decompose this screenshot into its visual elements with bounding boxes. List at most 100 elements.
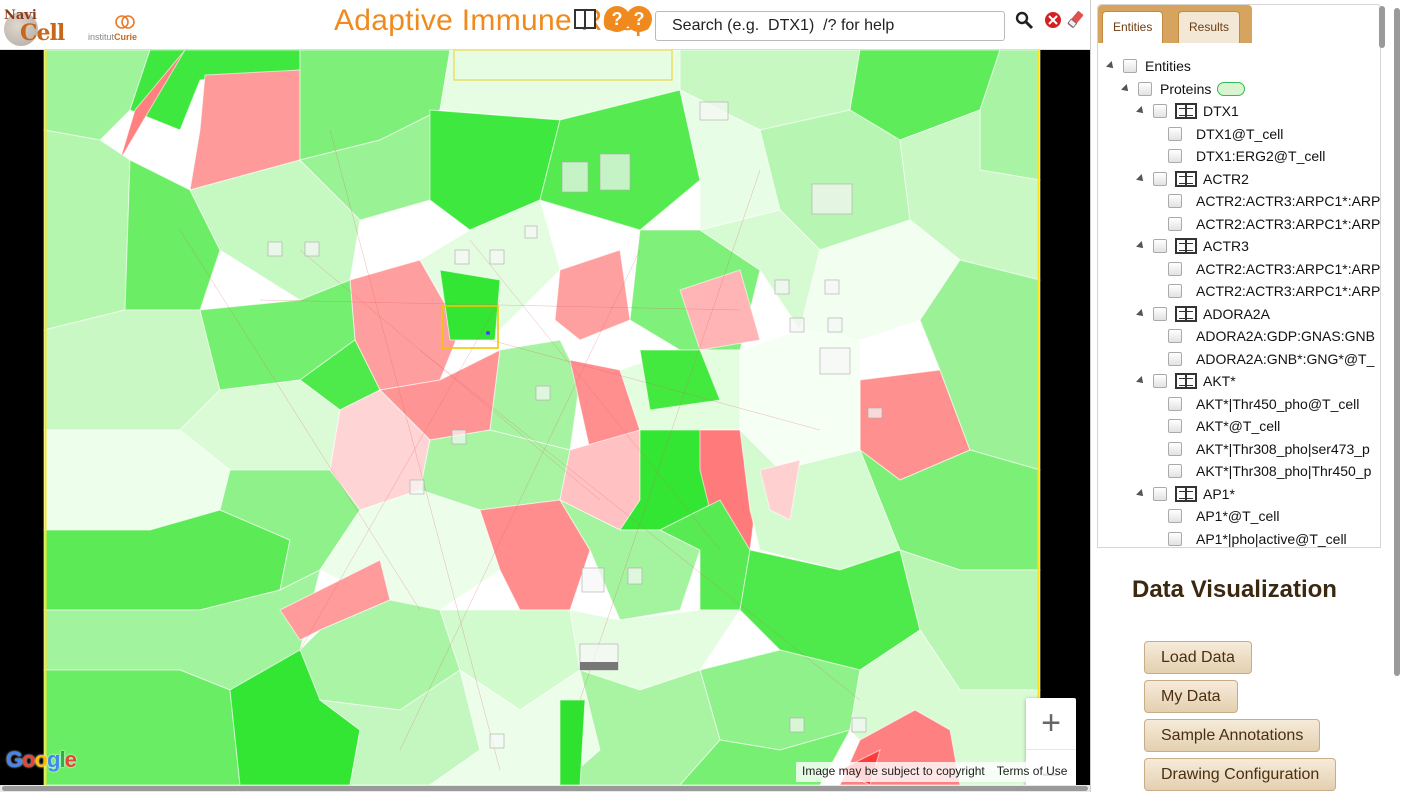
tree-checkbox[interactable] [1168, 531, 1182, 546]
tree-leaf[interactable]: AKT*|Thr308_pho|ser473_p [1168, 438, 1370, 460]
tree-leaf[interactable]: AKT*|Thr308_pho|Thr450_p [1168, 460, 1371, 482]
tree-checkbox[interactable] [1168, 351, 1182, 366]
tree-label: AKT* [1203, 373, 1236, 389]
tree-leaf[interactable]: DTX1@T_cell [1168, 123, 1283, 145]
tree-checkbox[interactable] [1168, 149, 1182, 163]
tree-checkbox[interactable] [1153, 374, 1167, 388]
tree-checkbox[interactable] [1168, 284, 1182, 298]
terms-of-use-link[interactable]: Terms of Use [997, 764, 1068, 778]
tree-checkbox[interactable] [1168, 464, 1182, 478]
tree-checkbox[interactable] [1153, 486, 1167, 501]
book-icon[interactable] [1175, 103, 1197, 119]
tree-leaf[interactable]: AKT*|Thr450_pho@T_cell [1168, 393, 1359, 415]
map-canvas[interactable]: + − Google Image may be subject to copyr… [0, 50, 1090, 785]
book-icon[interactable] [1175, 373, 1197, 389]
zoom-in-button[interactable]: + [1026, 698, 1076, 750]
expand-toggle-icon[interactable] [1136, 241, 1146, 251]
navicell-logo[interactable]: Navi Cell institutCurie [4, 6, 144, 46]
tree-node[interactable]: Entities [1106, 55, 1191, 77]
tree-leaf[interactable]: ACTR2:ACTR3:ARPC1*:ARP [1168, 258, 1380, 280]
load-data-button[interactable]: Load Data [1144, 641, 1252, 674]
data-visualization-title: Data Visualization [1132, 576, 1337, 603]
tree-leaf[interactable]: ACTR2:ACTR3:ARPC1*:ARP [1168, 190, 1380, 212]
my-data-button[interactable]: My Data [1144, 680, 1238, 713]
tree-checkbox[interactable] [1153, 306, 1167, 321]
tree-checkbox[interactable] [1168, 419, 1182, 433]
tab-results[interactable]: Results [1178, 11, 1241, 43]
tree-label: ACTR2:ACTR3:ARPC1*:ARP [1196, 215, 1380, 232]
help-icon[interactable]: ? ? [604, 6, 652, 34]
expand-toggle-icon[interactable] [1136, 106, 1146, 116]
tree-node[interactable]: ADORA2A [1136, 303, 1270, 325]
expand-toggle-icon[interactable] [1136, 308, 1146, 319]
tree-checkbox[interactable] [1168, 396, 1182, 411]
tree-node[interactable]: AKT* [1136, 370, 1236, 392]
tree-leaf[interactable]: ACTR2:ACTR3:ARPC1*:ARP [1168, 213, 1380, 235]
tree-leaf[interactable]: AKT*@T_cell [1168, 415, 1280, 437]
tree-node[interactable]: ACTR3 [1136, 235, 1249, 257]
tree-label: ADORA2A:GNB*:GNG*@T_ [1196, 350, 1375, 367]
tree-scrollbar[interactable] [1379, 6, 1385, 48]
tree-checkbox[interactable] [1168, 194, 1182, 208]
curie-name: Curie [114, 32, 138, 42]
sample-annotations-button[interactable]: Sample Annotations [1144, 719, 1321, 752]
color-pill[interactable] [1217, 81, 1246, 96]
expand-toggle-icon[interactable] [1136, 173, 1146, 184]
tree-label: ACTR2 [1203, 170, 1249, 187]
tree-checkbox[interactable] [1168, 509, 1182, 523]
tree-checkbox[interactable] [1168, 216, 1182, 231]
map-horizontal-scrollbar[interactable] [0, 785, 1090, 792]
drawing-configuration-button[interactable]: Drawing Configuration [1144, 758, 1337, 791]
tree-node[interactable]: DTX1 [1136, 100, 1239, 122]
expand-toggle-icon[interactable] [1121, 83, 1131, 94]
tree-checkbox[interactable] [1168, 329, 1182, 343]
tree-checkbox[interactable] [1168, 126, 1182, 141]
book-icon[interactable] [1175, 170, 1197, 187]
tree-leaf[interactable]: AP1*@T_cell [1168, 505, 1279, 527]
tab-entities[interactable]: Entities [1102, 11, 1164, 43]
tree-checkbox[interactable] [1138, 81, 1152, 96]
tree-leaf[interactable]: DTX1:ERG2@T_cell [1168, 145, 1325, 167]
expand-toggle-icon[interactable] [1136, 488, 1146, 499]
tree-node[interactable]: Proteins [1121, 78, 1246, 100]
search-input[interactable] [655, 11, 1005, 41]
tree-checkbox[interactable] [1168, 441, 1182, 456]
entity-tree[interactable]: Entities Proteins DTX1 DTX1@T_cell DTX1:ERG2… [1098, 49, 1380, 547]
google-letter-G: G [6, 747, 23, 772]
scrollbar-thumb[interactable] [2, 786, 1088, 791]
map-marker [486, 331, 490, 335]
book-icon[interactable] [1175, 305, 1197, 322]
panel-scrollbar[interactable] [1394, 8, 1400, 676]
book-icon[interactable] [574, 9, 596, 29]
tree-checkbox[interactable] [1153, 171, 1167, 186]
book-icon[interactable] [1175, 238, 1197, 254]
eraser-icon[interactable] [1067, 10, 1087, 32]
tree-checkbox[interactable] [1153, 239, 1167, 253]
curie-prefix: institut [88, 32, 115, 42]
entities-results-tabs: Entities Results Entities Proteins DTX1 DTX… [1097, 4, 1381, 548]
tree-label: DTX1:ERG2@T_cell [1196, 148, 1326, 164]
tree-leaf[interactable]: ADORA2A:GNB*:GNG*@T_ [1168, 348, 1374, 370]
book-icon[interactable] [1175, 485, 1197, 502]
google-logo[interactable]: Google [6, 747, 77, 773]
tree-checkbox[interactable] [1168, 261, 1182, 276]
tree-node[interactable]: AP1* [1136, 483, 1235, 505]
close-icon[interactable] [1043, 10, 1063, 32]
tree-leaf[interactable]: ACTR2:ACTR3:ARPC1*:ARP [1168, 280, 1380, 302]
voronoi-map[interactable] [0, 50, 1090, 785]
expand-toggle-icon[interactable] [1106, 61, 1116, 71]
tree-leaf[interactable]: AP1*|pho|active@T_cell [1168, 528, 1347, 548]
tree-label: DTX1 [1203, 103, 1239, 119]
tree-label: AP1*@T_cell [1196, 508, 1280, 524]
tree-node[interactable]: ACTR2 [1136, 168, 1249, 190]
tree-checkbox[interactable] [1123, 59, 1137, 73]
tree-leaf[interactable]: ADORA2A:GDP:GNAS:GNB [1168, 325, 1375, 347]
tree-checkbox[interactable] [1153, 104, 1167, 118]
logo-cell-text: Cell [20, 20, 65, 46]
google-letter-o2: o [34, 747, 48, 772]
tree-label: Proteins [1160, 80, 1212, 97]
expand-toggle-icon[interactable] [1136, 376, 1146, 386]
help-bubble-2: ? [626, 6, 652, 32]
header-bar: Navi Cell institutCurie Adaptive Immune … [0, 0, 1090, 50]
search-icon[interactable] [1014, 10, 1034, 32]
